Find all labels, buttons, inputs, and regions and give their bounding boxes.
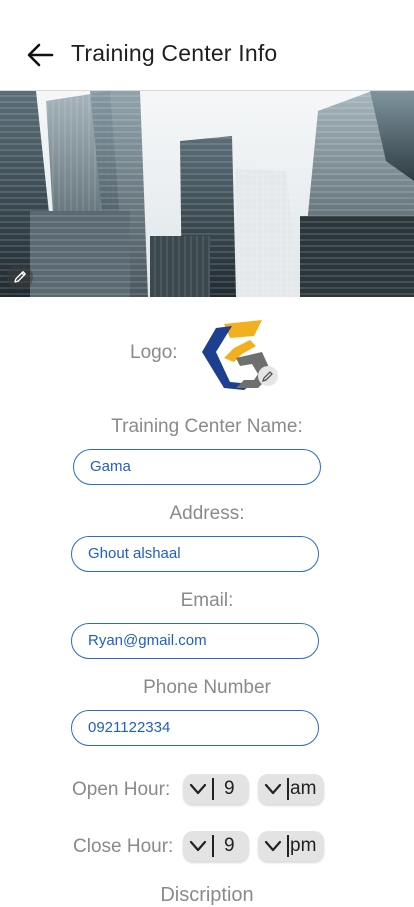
app-header: Training Center Info <box>0 0 414 91</box>
buildings-illustration <box>0 91 414 297</box>
chevron-down-icon <box>189 840 207 852</box>
training-center-name-value: Gama <box>90 458 131 475</box>
address-value: Ghout alshaal <box>88 545 181 562</box>
open-hour-picker[interactable]: 9 <box>183 774 249 804</box>
chevron-down-icon <box>189 783 207 795</box>
phone-number-label: Phone Number <box>143 677 271 698</box>
open-period-value: am <box>290 778 317 799</box>
open-hour-label: Open Hour: <box>72 779 171 800</box>
picker-divider <box>287 778 289 800</box>
picker-divider <box>287 835 289 857</box>
close-hour-picker[interactable]: 9 <box>183 831 249 861</box>
pencil-icon <box>14 271 26 283</box>
cover-image <box>0 91 414 297</box>
close-period-picker[interactable]: pm <box>258 831 324 861</box>
email-field[interactable]: Ryan@gmail.com <box>71 623 319 659</box>
address-label: Address: <box>169 503 245 524</box>
open-hour-value: 9 <box>224 778 235 799</box>
training-center-name-label: Training Center Name: <box>111 416 303 437</box>
training-center-name-field[interactable]: Gama <box>73 449 321 485</box>
arrow-left-icon[interactable] <box>24 38 58 72</box>
address-field[interactable]: Ghout alshaal <box>71 536 319 572</box>
edit-cover-button[interactable] <box>7 264 33 290</box>
close-hour-label: Close Hour: <box>73 836 174 857</box>
logo-image[interactable] <box>196 318 284 390</box>
chevron-down-icon <box>264 783 282 795</box>
phone-number-field[interactable]: 0921122334 <box>71 710 319 746</box>
email-value: Ryan@gmail.com <box>88 632 207 649</box>
open-period-picker[interactable]: am <box>258 774 324 804</box>
picker-divider <box>212 835 214 857</box>
page-title: Training Center Info <box>71 40 278 66</box>
phone-number-value: 0921122334 <box>88 719 171 736</box>
chevron-down-icon <box>264 840 282 852</box>
company-logo <box>202 320 278 390</box>
picker-divider <box>212 778 214 800</box>
close-hour-value: 9 <box>224 835 235 856</box>
close-period-value: pm <box>290 835 317 856</box>
email-label: Email: <box>180 590 234 611</box>
logo-label: Logo: <box>130 342 178 363</box>
